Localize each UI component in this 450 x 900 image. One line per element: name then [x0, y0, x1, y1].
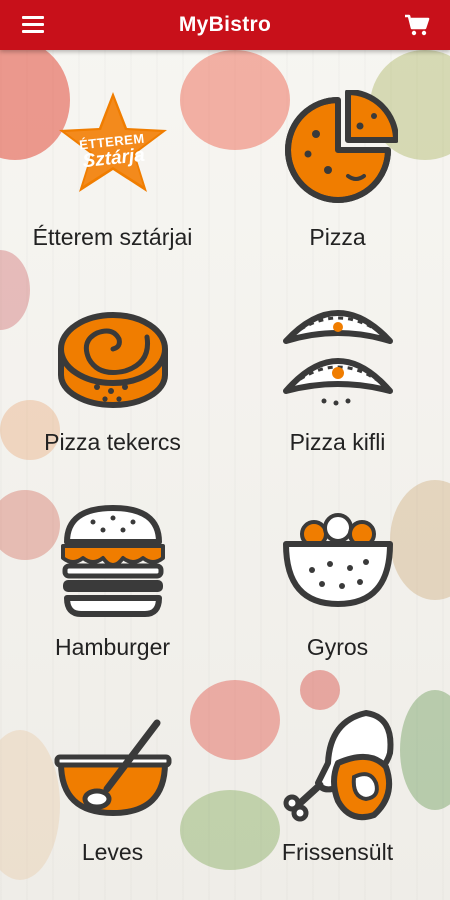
- app-bar: MyBistro: [0, 0, 450, 50]
- chicken-leg-steak-icon: [278, 705, 398, 825]
- category-frissensult[interactable]: Frissensült: [225, 665, 450, 870]
- category-gyros[interactable]: Gyros: [225, 460, 450, 665]
- category-label: Hamburger: [54, 634, 171, 660]
- category-etterem-sztarjai[interactable]: ÉTTEREM Sztárja Étterem sztárjai: [0, 50, 225, 255]
- restaurant-star-badge-icon: ÉTTEREM Sztárja: [53, 90, 173, 210]
- pizza-icon: [278, 89, 399, 210]
- pizza-kifli-icon: [278, 295, 398, 415]
- category-hamburger[interactable]: Hamburger: [0, 460, 225, 665]
- category-label: Gyros: [306, 634, 369, 660]
- pizza-roll-icon: [53, 295, 173, 415]
- category-pizza-kifli[interactable]: Pizza kifli: [225, 255, 450, 460]
- category-label: Frissensült: [281, 839, 394, 865]
- menu-icon[interactable]: [22, 16, 44, 34]
- cart-icon[interactable]: [404, 13, 430, 37]
- category-label: Pizza: [309, 224, 366, 250]
- category-label: Leves: [81, 839, 144, 865]
- gyros-bowl-icon: [278, 500, 398, 620]
- category-label: Étterem sztárjai: [32, 224, 193, 250]
- category-grid: ÉTTEREM Sztárja Étterem sztárjai Pizza P…: [0, 50, 450, 900]
- soup-bowl-icon: [53, 705, 173, 825]
- category-label: Pizza kifli: [289, 429, 386, 455]
- hamburger-icon: [53, 500, 173, 620]
- app-title: MyBistro: [178, 13, 272, 36]
- category-label: Pizza tekercs: [44, 429, 181, 455]
- category-pizza[interactable]: Pizza: [225, 50, 450, 255]
- category-pizza-tekercs[interactable]: Pizza tekercs: [0, 255, 225, 460]
- category-leves[interactable]: Leves: [0, 665, 225, 870]
